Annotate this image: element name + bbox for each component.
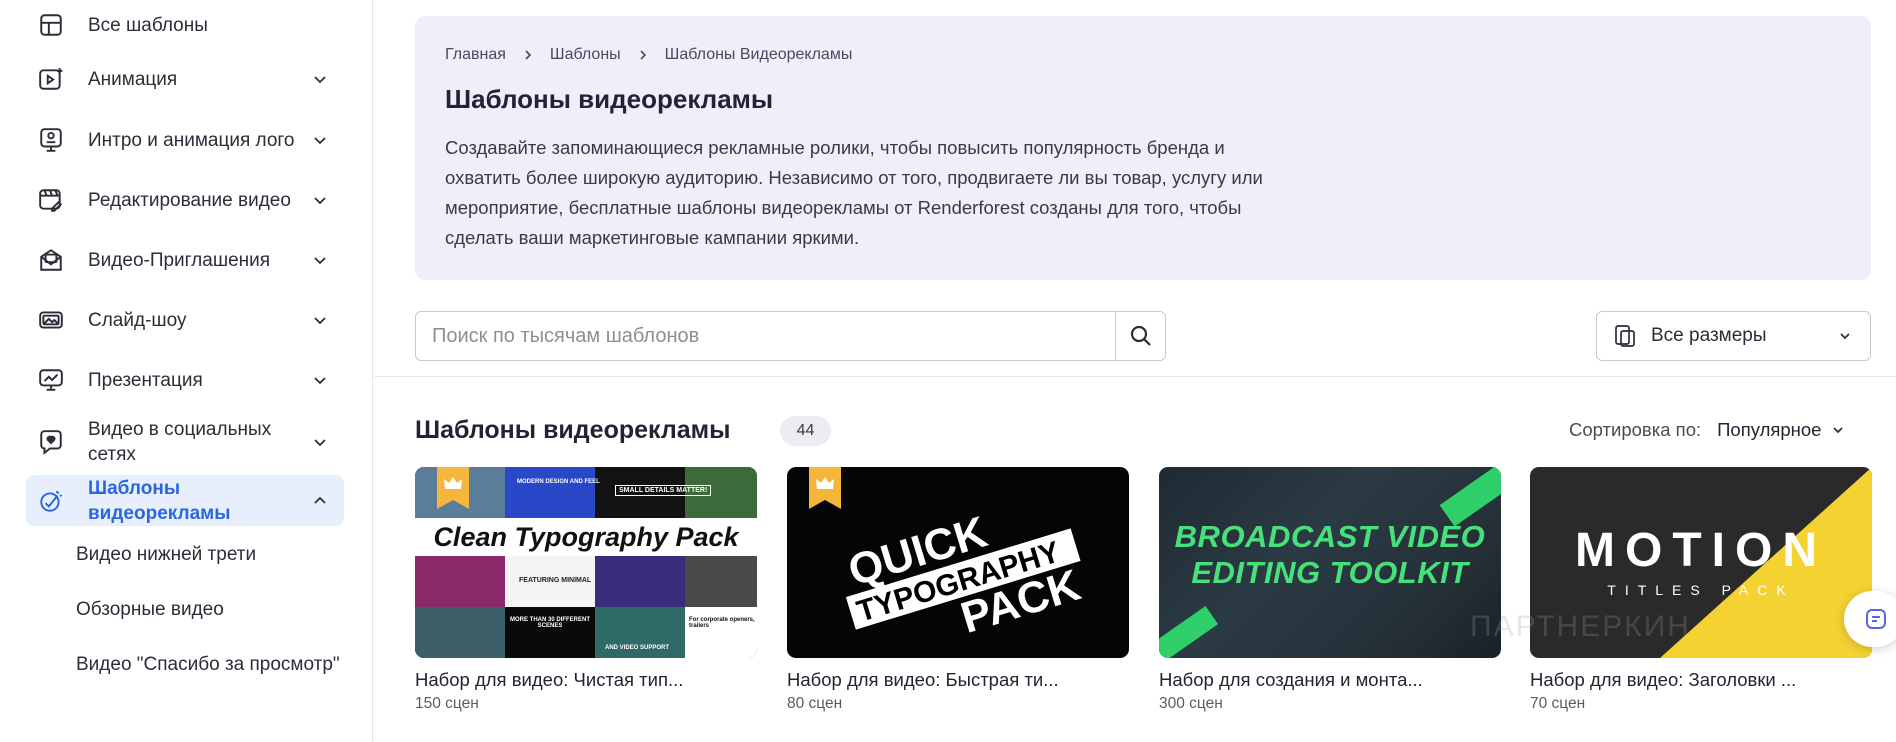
animation-icon: [39, 68, 63, 90]
scene-count: 150 сцен: [415, 695, 479, 712]
chevron-right-icon: [525, 50, 532, 60]
chevron-down-icon: [1840, 333, 1850, 340]
template-title[interactable]: Набор для видео: Чистая тип...: [415, 669, 757, 691]
premium-crown-badge: [437, 467, 469, 509]
sidebar-item-label: Анимация: [88, 68, 178, 90]
sort-control[interactable]: Сортировка по: Популярное: [1569, 419, 1845, 441]
chevron-right-icon: [640, 50, 646, 60]
sidebar-item-logo-intro[interactable]: Интро и анимация лого: [26, 127, 344, 153]
chevron-down-icon[interactable]: [312, 434, 328, 450]
template-title[interactable]: Набор для создания и монта...: [1159, 669, 1501, 691]
scene-count: 300 сцен: [1159, 695, 1223, 712]
sidebar-item-label: Редактирование видео: [88, 189, 291, 211]
sidebar-item-slideshow[interactable]: Слайд-шоу: [26, 307, 344, 333]
sidebar-item-label: Все шаблоны: [88, 14, 208, 36]
template-count-badge: 44: [780, 416, 831, 446]
sidebar-item-all-templates[interactable]: Все шаблоны: [26, 12, 344, 38]
sidebar-item-label: Видео-Приглашения: [88, 249, 271, 271]
thumb-sub-text: TITLES PACK: [1607, 582, 1795, 598]
template-title[interactable]: Набор для видео: Быстрая ти...: [787, 669, 1129, 691]
search-bar: [415, 311, 1166, 361]
chat-icon: [1866, 609, 1886, 629]
template-card[interactable]: MOTION TITLES PACK Набор для видео: Заго…: [1530, 467, 1872, 713]
floating-chat-button[interactable]: [1844, 591, 1896, 647]
presentation-icon: [39, 369, 63, 391]
chevron-down-icon[interactable]: [312, 312, 328, 328]
template-thumbnail[interactable]: BROADCAST VIDEO EDITING TOOLKIT: [1159, 467, 1501, 658]
sidebar-item-label: Слайд-шоу: [88, 309, 187, 331]
logo-intro-icon: [40, 128, 62, 152]
sidebar-item-invitations[interactable]: Видео-Приглашения: [26, 247, 344, 273]
social-video-icon: [40, 430, 62, 455]
aspect-ratio-icon: [1615, 325, 1635, 347]
thumb-main-text: MOTION: [1575, 524, 1827, 577]
ad-video-icon: [40, 490, 62, 512]
sidebar-item-label: Интро и анимация лого: [88, 129, 295, 151]
page-title: Шаблоны видеорекламы: [445, 84, 774, 114]
sidebar-subitem-review-videos[interactable]: Обзорные видео: [76, 595, 346, 625]
video-edit-icon: [39, 189, 63, 212]
tile-text: AND VIDEO SUPPORT: [605, 645, 670, 651]
size-filter-dropdown[interactable]: Все размеры: [1596, 311, 1871, 361]
template-card[interactable]: MODERN DESIGN AND FEEL SMALL DETAILS MAT…: [415, 467, 757, 713]
premium-crown-badge: [809, 467, 841, 509]
sort-value[interactable]: Популярное: [1717, 419, 1821, 441]
breadcrumb-home[interactable]: Главная: [445, 46, 506, 64]
tile-text: For corporate openers, trailers: [689, 617, 755, 629]
sidebar-item-label: Шаблоны видеорекламы: [88, 477, 231, 524]
search-input[interactable]: [416, 312, 1115, 360]
slideshow-icon: [39, 311, 63, 329]
tile-text: MORE THAN 30 DIFFERENT SCENES: [510, 617, 591, 629]
chevron-up-icon[interactable]: [312, 493, 328, 509]
divider: [374, 376, 1896, 377]
template-card[interactable]: QUICK TYPOGRAPHY PACK Набор для видео: Б…: [787, 467, 1129, 713]
sidebar-item-label: Презентация: [88, 369, 203, 391]
search-icon: [1130, 325, 1151, 346]
invitation-icon: [40, 249, 62, 271]
scene-count: 70 сцен: [1530, 695, 1586, 712]
tile-text: MODERN DESIGN AND FEEL: [517, 479, 600, 485]
thumb-line: EDITING TOOLKIT: [1191, 555, 1469, 590]
sidebar-item-presentation[interactable]: Презентация: [26, 367, 344, 393]
template-title[interactable]: Набор для видео: Заголовки ...: [1530, 669, 1872, 691]
chevron-down-icon[interactable]: [312, 252, 328, 268]
sidebar-subitem-thank-you-videos[interactable]: Видео "Спасибо за просмотр": [76, 650, 346, 680]
breadcrumb-current: Шаблоны Видеорекламы: [664, 46, 853, 63]
tile-text: SMALL DETAILS MATTER!: [615, 485, 712, 496]
sidebar: Все шаблоны Анимация Интро и анимация ло…: [0, 0, 373, 742]
sort-label: Сортировка по:: [1569, 419, 1702, 440]
breadcrumb-templates[interactable]: Шаблоны: [550, 46, 621, 64]
breadcrumb: Главная Шаблоны Шаблоны Видеорекламы: [445, 46, 852, 64]
scene-count: 80 сцен: [787, 695, 843, 712]
search-button[interactable]: [1115, 312, 1165, 360]
sidebar-item-video-editing[interactable]: Редактирование видео: [26, 187, 344, 213]
sidebar-item-ad-video[interactable]: Шаблоны видеорекламы: [26, 475, 344, 526]
sidebar-item-animation[interactable]: Анимация: [26, 66, 344, 92]
app-root: Все шаблоны Анимация Интро и анимация ло…: [0, 0, 1896, 742]
thumb-line: BROADCAST VIDEO: [1174, 519, 1486, 554]
sidebar-item-social-video[interactable]: Видео в социальных сетях: [26, 417, 344, 467]
chevron-down-icon[interactable]: [312, 372, 328, 388]
template-card[interactable]: BROADCAST VIDEO EDITING TOOLKIT Набор дл…: [1159, 467, 1501, 713]
tile-text: FEATURING MINIMAL: [519, 577, 592, 584]
chevron-down-icon: [1833, 427, 1844, 434]
watermark-text: ПАРТНЕРКИН: [1470, 610, 1691, 643]
grid-icon: [40, 14, 62, 36]
page-description: Создавайте запоминающиеся рекламные роли…: [445, 137, 1263, 248]
thumbnail-title: Clean Typography Pack: [415, 518, 757, 556]
sidebar-item-label: Видео в социальных сетях: [88, 419, 272, 465]
chevron-down-icon[interactable]: [312, 132, 328, 148]
chevron-down-icon[interactable]: [312, 192, 328, 208]
hero-banner: Главная Шаблоны Шаблоны Видеорекламы Шаб…: [415, 16, 1871, 280]
chevron-down-icon[interactable]: [312, 71, 328, 87]
sidebar-subitem-lower-thirds[interactable]: Видео нижней трети: [76, 540, 346, 570]
section-title: Шаблоны видеорекламы: [415, 416, 731, 444]
size-filter-label: Все размеры: [1651, 325, 1767, 346]
